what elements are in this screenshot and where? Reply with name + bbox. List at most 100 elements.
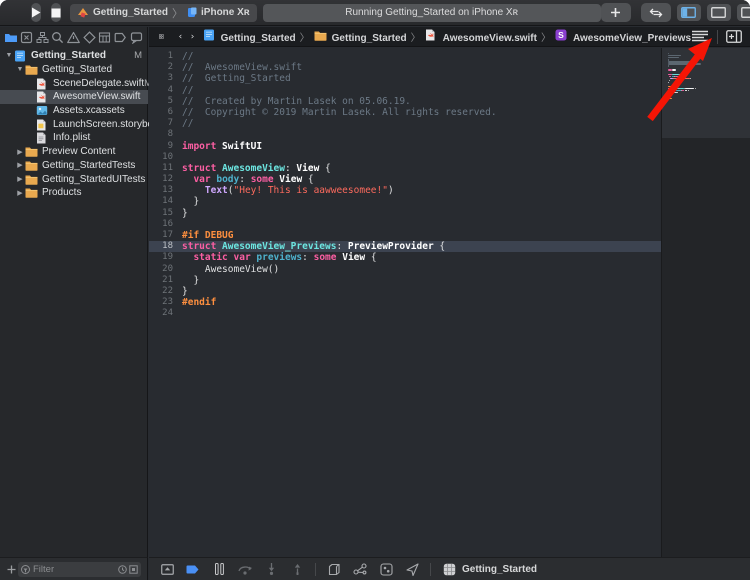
breadcrumb-item[interactable]: Getting_Started [221, 33, 296, 44]
find-navigator-icon[interactable] [51, 30, 65, 44]
code-line-17[interactable]: 17#if DEBUG [149, 230, 661, 241]
editor-minimap[interactable] [661, 48, 750, 557]
disclosure-triangle-icon[interactable]: ▶ [15, 175, 25, 183]
code-line-6[interactable]: 6// Copyright © 2019 Martin Lasek. All r… [149, 107, 661, 118]
tree-item-assets-xcassets[interactable]: Assets.xcassets [0, 104, 148, 118]
disclosure-triangle-icon[interactable]: ▶ [15, 161, 25, 169]
project-file-tree: ▼Getting_StartedM▼Getting_StartedSceneDe… [0, 49, 148, 200]
code-line-1[interactable]: 1// [149, 51, 661, 62]
code-line-10[interactable]: 10 [149, 152, 661, 163]
breadcrumb-item[interactable]: AwesomeView.swift [443, 33, 537, 44]
simulate-location-button[interactable] [404, 562, 420, 576]
tree-item-getting-startedtests[interactable]: ▶Getting_StartedTests [0, 159, 148, 173]
debug-view-hierarchy-button[interactable] [326, 562, 342, 576]
toggle-debug-panel-button[interactable] [707, 4, 731, 21]
disclosure-triangle-icon[interactable]: ▼ [15, 66, 25, 73]
code-line-20[interactable]: 20 AwesomeView() [149, 264, 661, 275]
plist-file-icon [36, 132, 49, 143]
toggle-inspector-panel-button[interactable] [737, 4, 750, 21]
tree-item-label: Getting_StartedUITests [42, 174, 145, 185]
code-line-22[interactable]: 22} [149, 286, 661, 297]
code-line-5[interactable]: 5// Created by Martin Lasek on 05.06.19. [149, 96, 661, 107]
go-forward-icon[interactable] [191, 31, 194, 42]
debug-navigator-icon[interactable] [98, 30, 112, 44]
hide-debug-area-button[interactable] [159, 562, 175, 576]
tree-item-awesomeview-swift[interactable]: AwesomeView.swift [0, 90, 148, 104]
tree-item-products[interactable]: ▶Products [0, 186, 148, 200]
line-number: 11 [149, 163, 173, 174]
tree-item-getting-started[interactable]: ▼Getting_StartedM [0, 49, 148, 63]
disclosure-triangle-icon[interactable]: ▶ [15, 189, 25, 197]
source-control-icon[interactable] [20, 30, 34, 44]
breakpoint-navigator-icon[interactable] [114, 30, 128, 44]
scheme-selector[interactable]: Getting_Started 〉 iPhone Xʀ [70, 4, 257, 22]
minimap-line-mark [668, 69, 672, 70]
debug-process-label[interactable]: Getting_Started [462, 564, 537, 575]
debug-memory-graph-button[interactable] [352, 562, 368, 576]
code-line-8[interactable]: 8 [149, 129, 661, 140]
run-button[interactable] [31, 3, 41, 22]
tree-item-label: Preview Content [42, 146, 115, 157]
toggle-navigator-panel-button[interactable] [677, 4, 701, 21]
recents-clock-icon[interactable] [118, 565, 127, 574]
test-navigator-icon[interactable] [82, 30, 96, 44]
report-navigator-icon[interactable] [129, 30, 143, 44]
debugbar-divider-2 [430, 563, 431, 576]
tree-item-preview-content[interactable]: ▶ Preview Content [0, 145, 148, 159]
scope-box-icon[interactable] [129, 565, 138, 574]
related-items-icon[interactable] [159, 30, 164, 43]
code-line-9[interactable]: 9import SwiftUI [149, 141, 661, 152]
filter-input[interactable]: Filter [18, 562, 141, 577]
code-line-13[interactable]: 13 Text("Hey! This is aawweesomee!") [149, 185, 661, 196]
symbol-navigator-icon[interactable] [35, 30, 49, 44]
code-line-11[interactable]: 11struct AwesomeView: View { [149, 163, 661, 174]
code-line-2[interactable]: 2// AwesomeView.swift [149, 62, 661, 73]
folder-file-icon [25, 146, 38, 157]
code-line-19[interactable]: 19 static var previews: some View { [149, 252, 661, 263]
disclosure-triangle-icon[interactable]: ▶ [15, 148, 25, 156]
project-navigator-icon[interactable] [4, 30, 18, 44]
code-line-21[interactable]: 21 } [149, 275, 661, 286]
library-add-button[interactable] [601, 3, 631, 22]
line-number: 10 [149, 152, 173, 163]
activity-status-field: Running Getting_Started on iPhone Xʀ [263, 4, 601, 22]
code-line-18[interactable]: 18struct AwesomeView_Previews: PreviewPr… [149, 241, 661, 252]
code-line-12[interactable]: 12 var body: some View { [149, 174, 661, 185]
navigator-icon-bar [0, 27, 147, 47]
disclosure-triangle-icon[interactable]: ▼ [4, 52, 14, 59]
code-line-23[interactable]: 23#endif [149, 297, 661, 308]
code-line-16[interactable]: 16 [149, 219, 661, 230]
code-line-7[interactable]: 7// [149, 118, 661, 129]
code-line-15[interactable]: 15} [149, 208, 661, 219]
add-editor-icon[interactable] [726, 30, 742, 43]
pause-execution-button[interactable] [211, 562, 227, 576]
issue-navigator-icon[interactable] [67, 30, 81, 44]
add-file-icon[interactable] [7, 565, 16, 574]
environment-overrides-button[interactable] [378, 562, 394, 576]
code-text: #if DEBUG [173, 230, 233, 241]
code-line-24[interactable]: 24 [149, 308, 661, 319]
go-back-icon[interactable] [179, 31, 182, 42]
tree-item-scenedelegate-swift[interactable]: SceneDelegate.swiftM [0, 76, 148, 90]
minimap-line-mark [668, 82, 669, 83]
step-into-button[interactable] [263, 562, 279, 576]
breadcrumb-item[interactable]: AwesomeView_Previews [573, 33, 691, 44]
step-out-button[interactable] [289, 562, 305, 576]
code-text: struct AwesomeView_Previews: PreviewProv… [173, 241, 445, 252]
toggle-breakpoints-button[interactable] [185, 562, 201, 576]
code-line-4[interactable]: 4// [149, 85, 661, 96]
code-line-14[interactable]: 14 } [149, 196, 661, 207]
tree-item-launchscreen-storyboard[interactable]: LaunchScreen.storyboard [0, 117, 148, 131]
editor-options-icon[interactable] [691, 30, 709, 43]
tree-item-getting-starteduitests[interactable]: ▶ Getting_StartedUITests [0, 172, 148, 186]
tree-item-getting-started[interactable]: ▼Getting_Started [0, 63, 148, 77]
breadcrumb-item[interactable]: Getting_Started [332, 33, 407, 44]
code-review-button[interactable] [641, 3, 671, 22]
stop-button[interactable] [51, 3, 61, 22]
step-over-button[interactable] [237, 562, 253, 576]
source-editor[interactable]: 1//2// AwesomeView.swift3// Getting_Star… [149, 48, 661, 557]
code-line-3[interactable]: 3// Getting_Started [149, 73, 661, 84]
code-text: // [173, 85, 193, 96]
folder-file-icon [25, 64, 38, 75]
tree-item-info-plist[interactable]: Info.plist [0, 131, 148, 145]
